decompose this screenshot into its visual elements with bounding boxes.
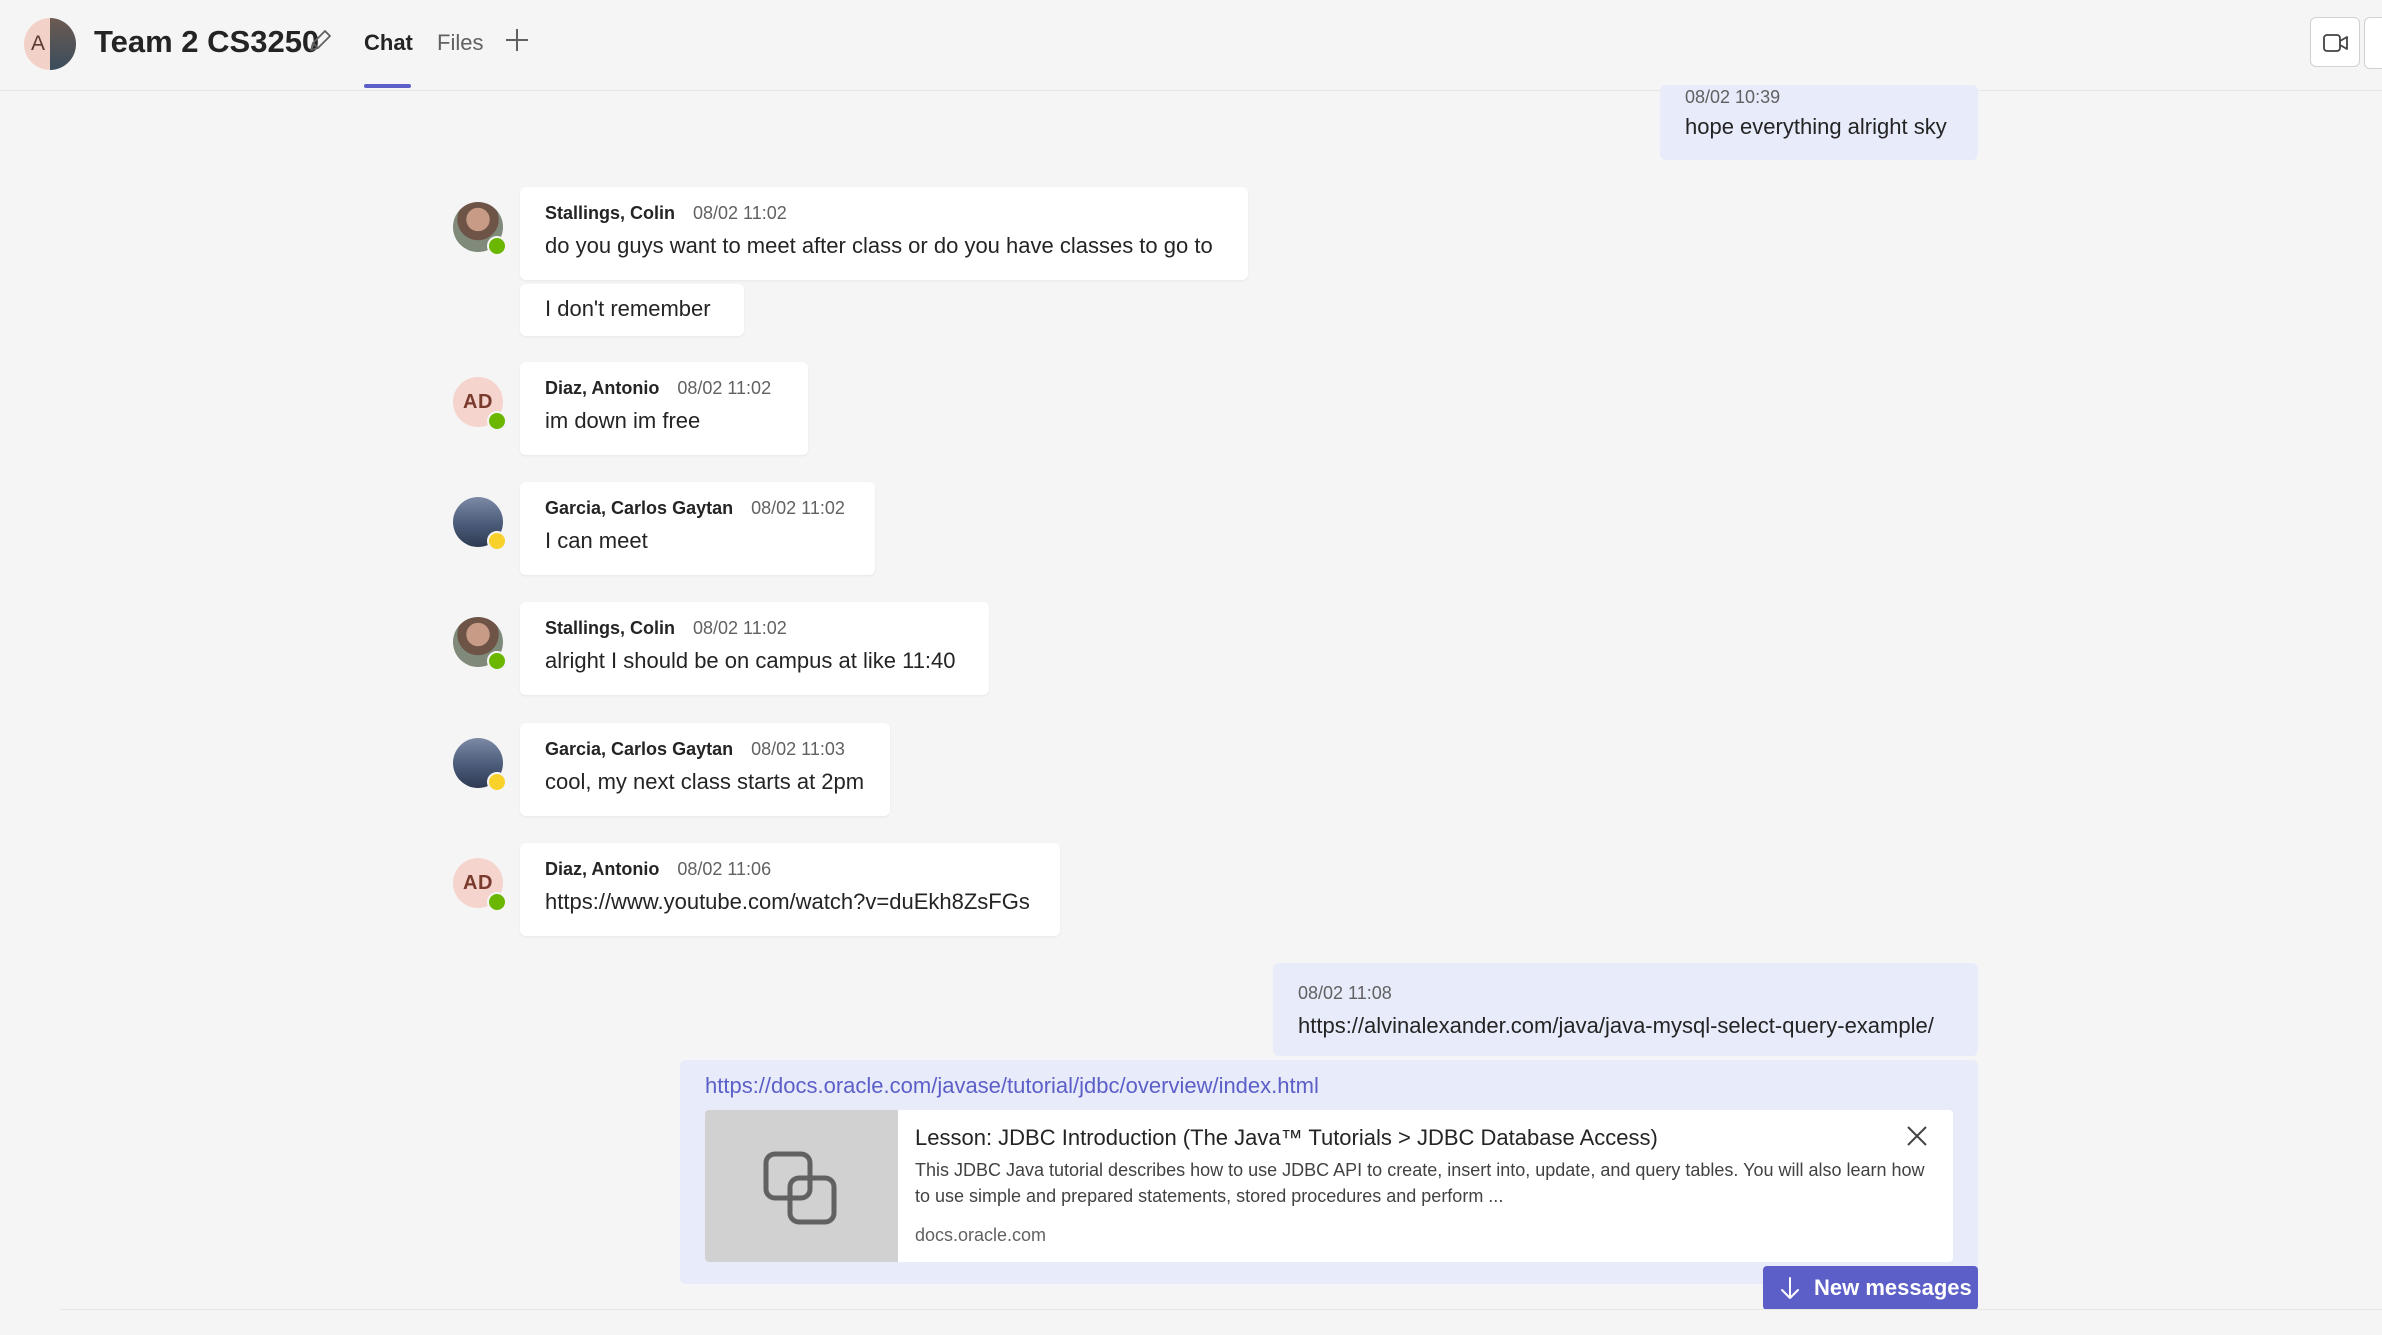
chat-header: A Team 2 CS3250 Chat Files bbox=[0, 0, 2382, 91]
video-camera-icon bbox=[2323, 34, 2348, 52]
message-bubble[interactable]: Diaz, Antonio 08/02 11:06 https://www.you… bbox=[520, 843, 1060, 936]
pencil-icon[interactable] bbox=[306, 27, 334, 55]
link-preview-card[interactable]: Lesson: JDBC Introduction (The Java™ Tut… bbox=[705, 1110, 1953, 1262]
arrow-down-icon bbox=[1781, 1277, 1799, 1299]
message-time: 08/02 11:02 bbox=[693, 618, 787, 638]
group-avatar-initial: A bbox=[31, 32, 46, 55]
status-away-icon bbox=[487, 531, 507, 551]
avatar[interactable]: AD bbox=[453, 377, 507, 431]
new-messages-button[interactable]: New messages bbox=[1763, 1266, 1978, 1310]
new-messages-label: New messages bbox=[1814, 1275, 1972, 1300]
message-time: 08/02 10:39 bbox=[1685, 87, 1781, 107]
message-text: I can meet bbox=[545, 528, 648, 553]
avatar[interactable] bbox=[453, 497, 507, 551]
link-icon bbox=[763, 1151, 837, 1225]
active-tab-indicator bbox=[364, 84, 411, 88]
message-author: Stallings, Colin bbox=[545, 618, 676, 638]
status-available-icon bbox=[487, 411, 507, 431]
avatar[interactable] bbox=[453, 202, 507, 256]
status-away-icon bbox=[487, 772, 507, 792]
message-time: 08/02 11:02 bbox=[693, 203, 787, 223]
link-preview-thumbnail bbox=[705, 1110, 898, 1262]
message-author: Garcia, Carlos Gaytan bbox=[545, 498, 734, 518]
message-time: 08/02 11:02 bbox=[677, 378, 772, 398]
status-available-icon bbox=[487, 236, 507, 256]
message-author: Diaz, Antonio bbox=[545, 859, 660, 879]
message-author: Garcia, Carlos Gaytan bbox=[545, 739, 734, 759]
message-time: 08/02 11:03 bbox=[751, 739, 845, 759]
message-bubble[interactable]: I don't remember bbox=[520, 284, 744, 336]
message-link[interactable]: https://alvinalexander.com/java/java-mys… bbox=[1298, 1013, 1953, 1039]
link-preview-domain: docs.oracle.com bbox=[915, 1225, 1047, 1245]
add-tab-plus-icon[interactable] bbox=[503, 26, 531, 54]
tab-chat[interactable]: Chat bbox=[364, 30, 413, 56]
message-bubble[interactable]: Stallings, Colin 08/02 11:02 do you guys … bbox=[520, 187, 1248, 280]
message-text: cool, my next class starts at 2pm bbox=[545, 769, 865, 794]
message-author: Diaz, Antonio bbox=[545, 378, 660, 398]
call-options-button[interactable] bbox=[2364, 17, 2382, 69]
composer-link-preview: https://docs.oracle.com/javase/tutorial/… bbox=[680, 1060, 1978, 1284]
message-bubble[interactable]: Diaz, Antonio 08/02 11:02 im down im free bbox=[520, 362, 808, 455]
group-avatar-photo bbox=[50, 18, 76, 70]
message-text: alright I should be on campus at like 11… bbox=[545, 648, 956, 673]
avatar[interactable]: AD bbox=[453, 858, 507, 912]
close-icon[interactable] bbox=[1905, 1124, 1929, 1148]
message-text: im down im free bbox=[545, 408, 701, 433]
own-message[interactable]: 08/02 10:39 hope everything alright sky bbox=[1660, 85, 1978, 160]
message-bubble[interactable]: Garcia, Carlos Gaytan 08/02 11:02 I can m… bbox=[520, 482, 875, 575]
message-bubble[interactable]: Stallings, Colin 08/02 11:02 alright I sh… bbox=[520, 602, 989, 695]
message-text: do you guys want to meet after class or … bbox=[545, 233, 1213, 258]
tab-files[interactable]: Files bbox=[437, 30, 483, 56]
message-bubble[interactable]: Garcia, Carlos Gaytan 08/02 11:03 cool, m… bbox=[520, 723, 890, 816]
message-author: Stallings, Colin bbox=[545, 203, 676, 223]
message-time: 08/02 11:06 bbox=[677, 859, 772, 879]
avatar[interactable] bbox=[453, 617, 507, 671]
message-text: hope everything alright sky bbox=[1685, 114, 1947, 139]
chat-title: Team 2 CS3250 bbox=[94, 24, 320, 59]
link-preview-title: Lesson: JDBC Introduction (The Java™ Tut… bbox=[915, 1125, 1658, 1150]
avatar[interactable] bbox=[453, 738, 507, 792]
group-avatar[interactable]: A bbox=[24, 18, 76, 70]
message-text: I don't remember bbox=[545, 296, 711, 321]
message-link[interactable]: https://www.youtube.com/watch?v=duEkh8Zs… bbox=[545, 889, 1035, 915]
link-preview-description: This JDBC Java tutorial describes how to… bbox=[915, 1160, 1925, 1206]
divider bbox=[60, 1309, 2382, 1310]
preview-url[interactable]: https://docs.oracle.com/javase/tutorial/… bbox=[705, 1073, 1319, 1099]
own-message[interactable]: 08/02 11:08 https://alvinalexander.com/j… bbox=[1273, 963, 1978, 1056]
video-call-button[interactable] bbox=[2310, 17, 2360, 67]
message-time: 08/02 11:02 bbox=[751, 498, 845, 518]
status-available-icon bbox=[487, 651, 507, 671]
message-time: 08/02 11:08 bbox=[1298, 983, 1392, 1003]
status-available-icon bbox=[487, 892, 507, 912]
